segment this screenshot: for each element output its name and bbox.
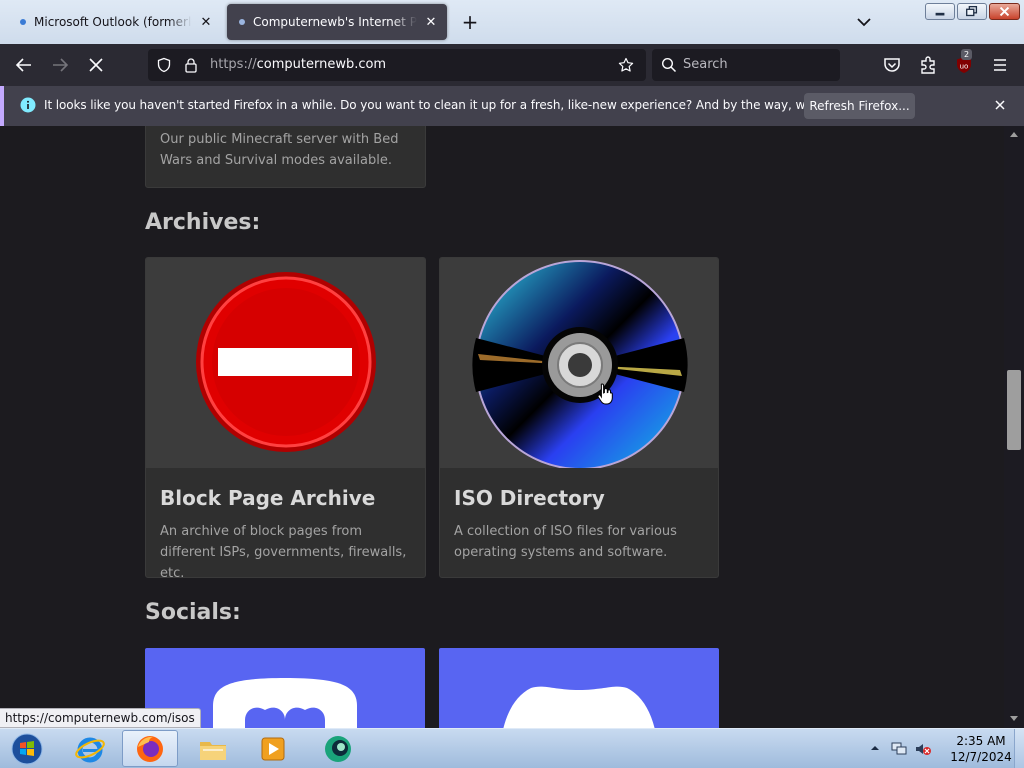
refresh-notification-bar: It looks like you haven't started Firefo… xyxy=(0,86,1024,126)
card-description: A collection of ISO files for various op… xyxy=(454,524,677,560)
ublock-count-badge: 2 xyxy=(961,49,973,60)
url-host: computernewb.com xyxy=(256,57,387,72)
restore-icon xyxy=(966,5,978,17)
search-bar[interactable]: Search xyxy=(652,49,840,81)
close-notification-icon[interactable] xyxy=(992,97,1008,113)
stop-icon xyxy=(89,58,103,72)
list-all-tabs-button[interactable] xyxy=(852,10,876,34)
app-menu-button[interactable] xyxy=(988,53,1012,77)
notification-message: It looks like you haven't started Firefo… xyxy=(44,98,885,112)
card-title: Block Page Archive xyxy=(160,486,376,510)
archives-heading: Archives: xyxy=(145,210,261,235)
show-desktop-button[interactable] xyxy=(1014,729,1024,768)
start-button[interactable] xyxy=(0,730,54,767)
iso-directory-card[interactable]: ISO Directory A collection of ISO files … xyxy=(439,257,719,578)
taskbar-app[interactable] xyxy=(310,730,366,767)
card-description: An archive of block pages from different… xyxy=(160,524,407,578)
cd-disc-icon xyxy=(472,260,688,470)
forward-arrow-icon xyxy=(53,58,69,72)
restore-button[interactable] xyxy=(957,3,987,20)
forward-button[interactable] xyxy=(48,53,72,77)
link-status-url: https://computernewb.com/isos xyxy=(0,708,201,728)
pocket-button[interactable] xyxy=(880,53,904,77)
card-title: ISO Directory xyxy=(454,486,605,510)
minimize-icon xyxy=(935,12,945,16)
back-button[interactable] xyxy=(12,53,36,77)
navigation-toolbar: https://computernewb.com Search uo 2 xyxy=(0,44,1024,86)
folder-icon xyxy=(200,741,226,760)
url-text[interactable]: https://computernewb.com xyxy=(210,57,386,72)
clock-date[interactable]: 12/7/2024 xyxy=(946,750,1016,764)
tab-title: Computernewb's Internet Pub xyxy=(253,15,417,29)
close-icon xyxy=(999,6,1010,17)
page-scrollbar[interactable] xyxy=(1004,126,1024,728)
network-icon[interactable] xyxy=(890,741,908,757)
star-icon[interactable] xyxy=(618,57,634,73)
page-content: Our public Minecraft server with Bed War… xyxy=(0,126,1024,728)
hand-cursor-icon xyxy=(597,383,613,405)
info-icon xyxy=(20,97,36,113)
card-description: Our public Minecraft server with Bed War… xyxy=(160,132,399,168)
taskbar-media-player[interactable] xyxy=(245,730,301,767)
svg-text:uo: uo xyxy=(960,63,969,71)
back-arrow-icon xyxy=(15,58,31,72)
chevron-down-icon xyxy=(857,18,871,27)
tab-favicon xyxy=(239,19,245,25)
extensions-button[interactable] xyxy=(916,53,940,77)
close-tab-icon[interactable]: ✕ xyxy=(198,15,214,30)
socials-heading: Socials: xyxy=(145,600,241,625)
scroll-thumb[interactable] xyxy=(1007,370,1021,450)
tab-title: Microsoft Outlook (formerly Ha xyxy=(34,15,192,29)
puzzle-icon xyxy=(921,56,935,74)
card-image xyxy=(146,258,425,468)
close-window-button[interactable] xyxy=(989,3,1020,20)
windows-start-orb-icon xyxy=(11,733,43,764)
new-tab-button[interactable]: + xyxy=(458,10,482,34)
clock-time[interactable]: 2:35 AM xyxy=(946,734,1016,748)
refresh-firefox-button[interactable]: Refresh Firefox... xyxy=(804,93,915,119)
app-icon xyxy=(325,735,351,762)
address-bar[interactable]: https://computernewb.com xyxy=(148,49,646,81)
internet-explorer-icon xyxy=(75,737,105,762)
url-protocol: https:// xyxy=(210,57,257,72)
card-image xyxy=(440,258,718,470)
hamburger-menu-icon xyxy=(994,59,1006,71)
media-player-icon xyxy=(261,737,285,760)
stop-button[interactable] xyxy=(84,53,108,77)
tray-expand-icon[interactable] xyxy=(870,743,880,753)
search-icon xyxy=(661,57,677,73)
search-placeholder: Search xyxy=(683,57,728,72)
shield-icon[interactable] xyxy=(156,57,172,73)
taskbar-firefox[interactable] xyxy=(122,730,178,767)
minimize-button[interactable] xyxy=(925,3,955,20)
block-page-archive-card[interactable]: Block Page Archive An archive of block p… xyxy=(145,257,426,578)
title-bar: Microsoft Outlook (formerly Ha ✕ Compute… xyxy=(0,0,1024,44)
taskbar-internet-explorer[interactable] xyxy=(62,730,118,767)
windows-taskbar: 2:35 AM 12/7/2024 xyxy=(0,728,1024,768)
lock-icon[interactable] xyxy=(183,57,199,73)
tab-computernewb[interactable]: Computernewb's Internet Pub ✕ xyxy=(227,4,447,40)
no-entry-icon xyxy=(196,272,376,452)
taskbar-file-explorer[interactable] xyxy=(185,730,241,767)
close-tab-icon[interactable]: ✕ xyxy=(423,15,439,30)
scroll-down-icon[interactable] xyxy=(1009,715,1019,723)
system-tray: 2:35 AM 12/7/2024 xyxy=(866,729,1024,768)
scroll-up-icon[interactable] xyxy=(1009,130,1019,138)
tab-outlook[interactable]: Microsoft Outlook (formerly Ha ✕ xyxy=(8,4,222,40)
pocket-icon xyxy=(884,58,900,72)
minecraft-server-card[interactable]: Our public Minecraft server with Bed War… xyxy=(145,126,426,188)
discord-card[interactable] xyxy=(439,648,719,728)
discord-logo-icon xyxy=(503,686,655,728)
volume-muted-icon[interactable] xyxy=(914,741,932,757)
tab-favicon xyxy=(20,19,26,25)
firefox-icon xyxy=(137,735,163,762)
